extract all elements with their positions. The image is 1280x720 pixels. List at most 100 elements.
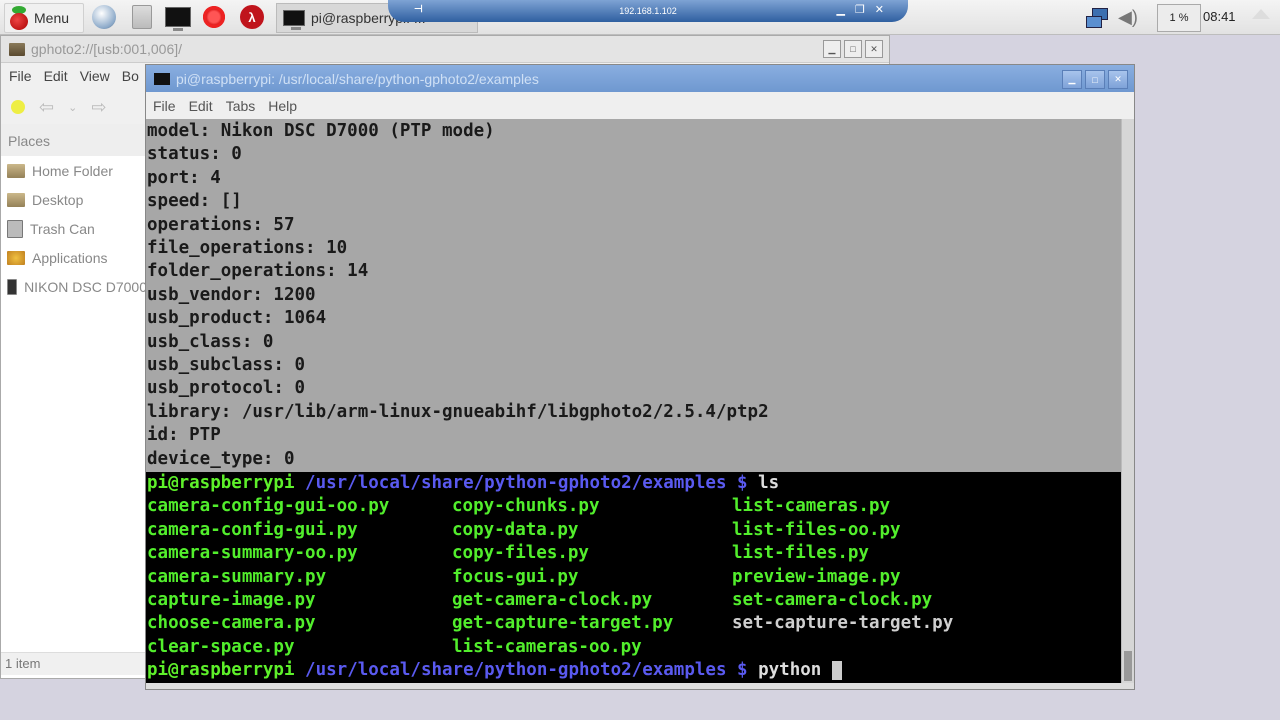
menu-file[interactable]: File (9, 68, 32, 84)
ls-row: camera-summary.py focus-gui.py preview-ima… (146, 566, 1122, 589)
place-label: Desktop (32, 191, 84, 208)
vnc-connection-bar: ⊣ 192.168.1.102 ▁ ❐ ✕ (388, 0, 908, 22)
scrollbar-thumb[interactable] (1124, 651, 1132, 681)
mathematica-launcher[interactable]: λ (238, 3, 266, 31)
terminal-title: pi@raspberrypi: /usr/local/share/python-… (176, 70, 539, 87)
prompt-user: pi@raspberrypi (147, 473, 295, 493)
ls-row: choose-camera.py get-capture-target.py set… (146, 612, 1122, 635)
minimize-button[interactable]: ▁ (1062, 70, 1082, 89)
volume-icon[interactable]: ◀) (1118, 0, 1144, 34)
output-line: usb_vendor: 1200 (147, 284, 316, 305)
output-line: file_operations: 10 (147, 238, 348, 259)
ls-entry: copy-chunks.py (452, 496, 600, 517)
close-button[interactable]: ✕ (865, 40, 883, 58)
new-folder-icon[interactable] (11, 100, 25, 114)
place-label: Home Folder (32, 162, 113, 179)
forward-arrow-icon[interactable]: ⇨ (91, 97, 106, 118)
terminal-live-area: pi@raspberrypi /usr/local/share/python-g… (146, 472, 1122, 683)
place-desktop[interactable]: Desktop (1, 185, 147, 214)
output-line: port: 4 (147, 167, 221, 188)
terminal-menubar: File Edit Tabs Help (146, 92, 1134, 119)
menu-bookmarks[interactable]: Bo (122, 68, 139, 84)
network-icon[interactable] (1084, 0, 1114, 34)
prompt-path: /usr/local/share/python-gphoto2/examples… (294, 660, 759, 681)
folder-icon (9, 42, 25, 56)
terminal-icon (154, 72, 170, 85)
close-button[interactable]: ✕ (1108, 70, 1128, 89)
output-line: library: /usr/lib/arm-linux-gnueabihf/li… (147, 401, 769, 422)
maximize-button[interactable]: □ (844, 40, 862, 58)
ls-row: camera-config-gui-oo.py copy-chunks.py lis… (146, 495, 1122, 518)
output-line: device_type: 0 (147, 448, 295, 469)
vnc-restore-icon[interactable]: ❐ (855, 3, 865, 16)
output-line: usb_protocol: 0 (147, 378, 306, 399)
places-sidebar: Places Home Folder Desktop Trash Can App… (1, 124, 147, 301)
ls-entry: clear-space.py (147, 636, 295, 657)
file-manager-titlebar[interactable]: gphoto2://[usb:001,006]/ ▁ □ ✕ (1, 36, 889, 63)
place-home-folder[interactable]: Home Folder (1, 156, 147, 185)
file-cabinet-icon (132, 5, 152, 29)
folder-icon (7, 192, 25, 207)
vnc-host: 192.168.1.102 (619, 6, 677, 16)
history-dropdown-icon[interactable]: ⌄ (68, 101, 77, 114)
menu-edit[interactable]: Edit (44, 68, 68, 84)
vnc-close-icon[interactable]: ✕ (875, 3, 884, 16)
selected-output: model: Nikon DSC D7000 (PTP mode) status… (146, 119, 1122, 473)
ls-entry: camera-summary.py (147, 566, 327, 587)
terminal-output[interactable]: model: Nikon DSC D7000 (PTP mode) status… (146, 119, 1122, 683)
back-arrow-icon[interactable]: ⇦ (39, 97, 54, 118)
menu-view[interactable]: View (80, 68, 110, 84)
place-applications[interactable]: Applications (1, 243, 147, 272)
ls-entry: list-cameras.py (732, 496, 891, 517)
output-line: id: PTP (147, 425, 221, 446)
vnc-minimize-icon[interactable]: ▁ (836, 3, 844, 16)
menu-button[interactable]: Menu (4, 3, 84, 33)
output-line: folder_operations: 14 (147, 261, 369, 282)
place-trash-can[interactable]: Trash Can (1, 214, 147, 243)
command-input[interactable]: python (758, 660, 832, 680)
ls-row: capture-image.py get-camera-clock.py set-c… (146, 589, 1122, 612)
ls-entry: camera-config-gui-oo.py (147, 496, 390, 517)
menu-tabs[interactable]: Tabs (226, 98, 256, 114)
ls-entry: get-camera-clock.py (452, 590, 653, 611)
ls-entry: copy-files.py (452, 543, 589, 564)
output-line: usb_product: 1064 (147, 308, 327, 329)
folder-icon (7, 163, 25, 178)
menu-help[interactable]: Help (268, 98, 297, 114)
terminal-scrollbar[interactable] (1121, 119, 1134, 683)
web-browser-launcher[interactable] (90, 3, 118, 31)
output-line: usb_class: 0 (147, 331, 274, 352)
terminal-launcher[interactable] (164, 3, 192, 31)
camera-icon (7, 278, 18, 295)
prompt-line: pi@raspberrypi /usr/local/share/python-g… (146, 472, 1122, 495)
monitor-icon (165, 7, 191, 31)
ls-entry: get-capture-target.py (452, 613, 674, 634)
file-manager-launcher[interactable] (128, 3, 156, 31)
ls-entry: preview-image.py (732, 566, 901, 587)
wolfram-launcher[interactable] (200, 3, 228, 31)
minimize-button[interactable]: ▁ (823, 40, 841, 58)
ls-entry: list-files.py (732, 543, 869, 564)
ls-entry: focus-gui.py (452, 566, 579, 587)
output-line: status: 0 (147, 144, 242, 165)
output-line: usb_subclass: 0 (147, 355, 306, 376)
ls-entry: camera-config-gui.py (147, 519, 358, 540)
menu-edit[interactable]: Edit (189, 98, 213, 114)
ls-entry: choose-camera.py (147, 613, 316, 634)
output-line: speed: [] (147, 191, 242, 212)
places-header: Places (1, 124, 147, 156)
menu-file[interactable]: File (153, 98, 176, 114)
eject-icon[interactable] (1252, 9, 1270, 19)
ls-entry: set-camera-clock.py (732, 590, 933, 611)
place-camera[interactable]: NIKON DSC D7000 (1, 272, 147, 301)
cpu-monitor: 1 % (1157, 4, 1201, 32)
file-manager-status: 1 item (1, 652, 151, 675)
current-prompt-line[interactable]: pi@raspberrypi /usr/local/share/python-g… (146, 659, 1122, 682)
prompt-user: pi@raspberrypi (147, 660, 295, 681)
maximize-button[interactable]: □ (1085, 70, 1105, 89)
ls-entry: capture-image.py (147, 590, 316, 611)
ls-entry: list-files-oo.py (732, 519, 901, 540)
place-label: Applications (32, 249, 108, 266)
terminal-titlebar[interactable]: pi@raspberrypi: /usr/local/share/python-… (146, 65, 1134, 92)
output-line: model: Nikon DSC D7000 (PTP mode) (147, 121, 495, 141)
